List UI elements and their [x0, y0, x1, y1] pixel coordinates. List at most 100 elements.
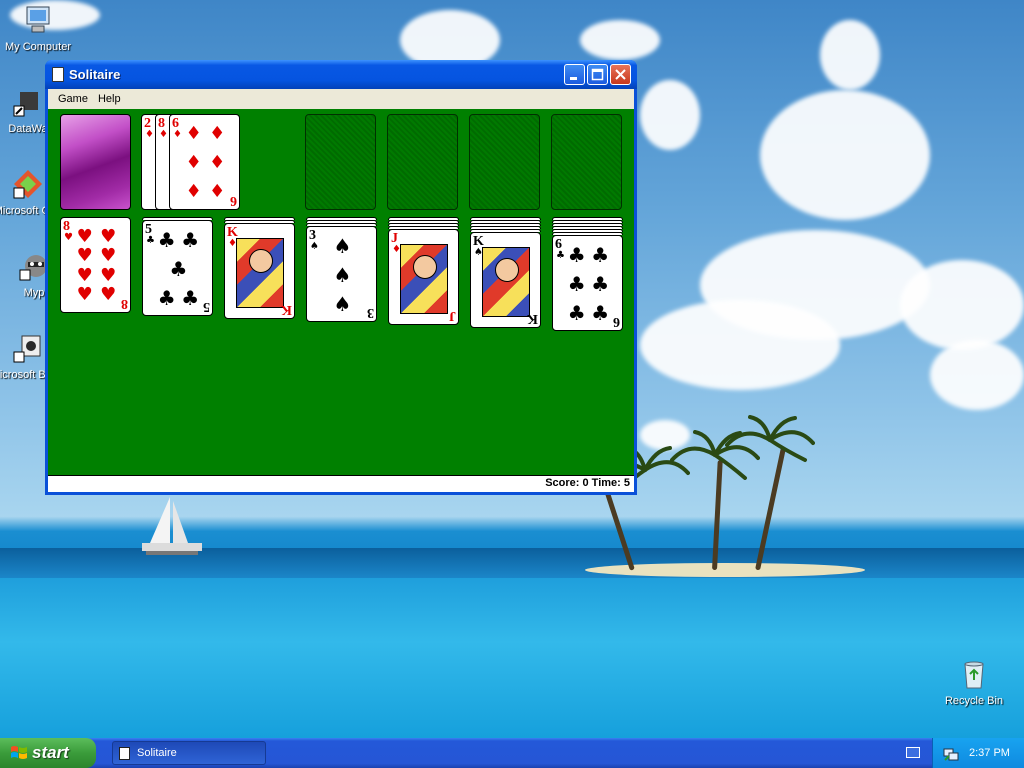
close-button[interactable] — [610, 64, 631, 85]
game-table[interactable]: 2 ♦ 8 ♦ 6 ♦ ♦ ♦ ♦ ♦ ♦ ♦ 6 8 ♥ ♥ ♥ ♥ ♥ ♥ … — [48, 109, 634, 475]
card-pips: ♣ ♣ ♣ ♣ ♣ ♣ — [565, 243, 612, 325]
tableau-card-2[interactable]: 5 ♣ ♣ ♣ ♣ ♣ ♣ 5 — [142, 220, 213, 316]
king-face-art — [236, 238, 284, 308]
card-suit-icon: ♦ — [159, 129, 168, 140]
card-suit-icon: ♦ — [145, 129, 154, 140]
shortcut-icon — [13, 92, 38, 117]
sailboat-image — [142, 497, 202, 555]
card-suit-icon: ♣ — [591, 243, 610, 267]
card-suit-icon: ♠ — [310, 241, 319, 252]
card-suit-icon: ♦ — [185, 181, 202, 202]
desktop-icon-recycle-bin[interactable]: Recycle Bin — [936, 658, 1012, 707]
tableau-card-7[interactable]: 6 ♣ ♣ ♣ ♣ ♣ ♣ ♣ 6 — [552, 235, 623, 331]
king-face-art — [482, 247, 530, 317]
windows-logo-icon — [11, 746, 27, 759]
minimize-button[interactable] — [564, 64, 585, 85]
solitaire-app-icon — [52, 67, 64, 82]
foundation-slot-4[interactable] — [551, 114, 622, 210]
card-rank: 5 — [203, 299, 210, 314]
card-pips: ♥ ♥ ♥ ♥ ♥ ♥ ♥ ♥ — [73, 228, 120, 304]
system-tray: 2:37 PM — [932, 738, 1024, 768]
taskbar: start Solitaire 2:37 PM — [0, 738, 1024, 768]
card-suit-icon: ♣ — [157, 286, 176, 310]
taskbar-button-solitaire[interactable]: Solitaire — [112, 741, 266, 765]
visual-basic-icon — [13, 335, 41, 363]
card-suit-icon: ♣ — [567, 243, 586, 267]
close-icon — [615, 69, 626, 80]
status-bar: Score: 0 Time: 5 — [48, 475, 634, 492]
window-title: Solitaire — [69, 67, 121, 82]
card-rank: K — [527, 311, 538, 326]
stock-pile[interactable] — [60, 114, 131, 210]
menu-bar: Game Help — [48, 89, 634, 109]
computer-icon — [26, 6, 50, 33]
card-rank-bottom: 6 — [230, 193, 237, 208]
card-suit-icon: ♣ — [169, 257, 188, 281]
minimize-icon — [570, 77, 577, 80]
card-suit-icon: ♥ — [64, 232, 73, 243]
desktop-icon-my-computer[interactable]: My Computer — [0, 4, 76, 53]
card-rank: J — [449, 308, 456, 323]
recycle-bin-icon — [964, 661, 984, 689]
card-pips: ♦ ♦ ♦ ♦ ♦ ♦ — [182, 125, 229, 201]
card-suit-icon: ♠ — [333, 292, 352, 316]
card-suit-icon: ♣ — [146, 235, 155, 246]
card-rank: 8 — [121, 296, 128, 311]
network-icon[interactable] — [943, 745, 959, 761]
card-suit-icon: ♦ — [209, 123, 226, 144]
tableau-card-1[interactable]: 8 ♥ ♥ ♥ ♥ ♥ ♥ ♥ ♥ ♥ 8 — [60, 217, 131, 313]
card-suit-icon: ♥ — [76, 283, 93, 305]
card-suit-icon: ♥ — [100, 264, 117, 286]
card-suit-icon: ♦ — [209, 152, 226, 173]
card-suit-icon: ♣ — [567, 272, 586, 296]
foundation-slot-1[interactable] — [305, 114, 376, 210]
tableau-card-5[interactable]: J ♦ J — [388, 229, 459, 325]
card-rank: 3 — [367, 305, 374, 320]
card-rank: 6 — [613, 314, 620, 329]
menu-game[interactable]: Game — [53, 93, 93, 105]
card-suit-icon: ♣ — [181, 286, 200, 310]
foundation-slot-3[interactable] — [469, 114, 540, 210]
maximize-button[interactable] — [587, 64, 608, 85]
card-pips: ♠ ♠ ♠ — [319, 234, 366, 316]
card-suit-icon: ♣ — [591, 301, 610, 325]
card-suit-icon: ♠ — [333, 234, 352, 258]
card-suit-icon: ♦ — [185, 123, 202, 144]
start-label: start — [32, 743, 69, 762]
menu-help[interactable]: Help — [93, 93, 126, 105]
card-suit-icon: ♥ — [100, 226, 117, 247]
visual-cpp-icon — [13, 170, 42, 199]
keyboard-icon[interactable] — [906, 747, 920, 758]
title-bar[interactable]: Solitaire — [45, 60, 637, 89]
card-suit-icon: ♥ — [76, 245, 93, 267]
card-suit-icon: ♣ — [567, 301, 586, 325]
solitaire-app-icon — [119, 747, 130, 760]
card-suit-icon: ♦ — [173, 129, 182, 140]
tableau-card-4[interactable]: 3 ♠ ♠ ♠ ♠ 3 — [306, 226, 377, 322]
start-button[interactable]: start — [0, 738, 96, 768]
tableau-card-3[interactable]: K ♦ K — [224, 223, 295, 319]
card-suit-icon: ♥ — [76, 226, 93, 247]
tableau-card-6[interactable]: K ♠ K — [470, 232, 541, 328]
card-pips: ♣ ♣ ♣ ♣ ♣ — [155, 228, 202, 310]
waste-top-card[interactable]: 6 ♦ ♦ ♦ ♦ ♦ ♦ ♦ 6 — [169, 114, 240, 210]
card-suit-icon: ♥ — [76, 264, 93, 286]
card-suit-icon: ♦ — [209, 181, 226, 202]
card-suit-icon: ♥ — [100, 245, 117, 267]
taskbar-button-label: Solitaire — [137, 747, 177, 759]
foundation-slot-2[interactable] — [387, 114, 458, 210]
desktop-icon-label: My Computer — [4, 41, 72, 53]
card-suit-icon: ♠ — [333, 263, 352, 287]
card-suit-icon: ♦ — [185, 152, 202, 173]
clock[interactable]: 2:37 PM — [969, 738, 1010, 768]
solitaire-window[interactable]: Solitaire Game Help 2 ♦ 8 ♦ 6 ♦ ♦ ♦ ♦ ♦ … — [45, 60, 637, 495]
card-suit-icon: ♣ — [181, 228, 200, 252]
desktop-icon-label: Recycle Bin — [944, 695, 1004, 707]
card-rank: K — [281, 302, 292, 317]
jack-face-art — [400, 244, 448, 314]
card-suit-icon: ♥ — [100, 283, 117, 305]
card-suit-icon: ♣ — [556, 250, 565, 261]
maximize-icon — [591, 68, 604, 81]
card-suit-icon: ♣ — [591, 272, 610, 296]
card-suit-icon: ♣ — [157, 228, 176, 252]
